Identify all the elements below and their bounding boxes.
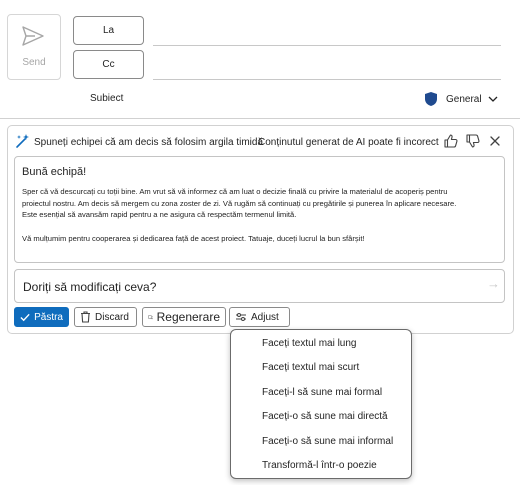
adjust-menu [230,329,412,479]
draft-greeting: Bună echipă! [22,166,87,178]
copilot-prompt: Spuneți echipei că am decis să folosim a… [34,137,263,148]
menu-item-more-formal[interactable]: Faceți-l să sune mai formal [262,387,382,398]
adjust-button[interactable]: Adjust [229,307,290,327]
adjust-label: Adjust [251,311,279,323]
send-label: Send [22,57,46,68]
copilot-draft-icon [16,134,29,148]
regenerate-icon [148,315,153,320]
keep-button[interactable]: Păstra [14,307,69,327]
compose-divider [0,118,520,119]
sensitivity-label: General [446,93,482,105]
cc-button[interactable]: Cc [73,50,144,79]
ai-disclaimer: Conținutul generat de AI poate fi incore… [258,137,439,148]
menu-item-more-informal[interactable]: Faceți-o să sune mai informal [262,436,393,447]
shield-icon [425,92,437,106]
regenerate-button[interactable]: Regenerare [142,307,226,327]
regenerate-label: Regenerare [156,310,220,324]
menu-item-more-direct[interactable]: Faceți-o să sune mai directă [262,411,388,422]
send-icon [22,26,44,46]
thumbs-down-icon[interactable] [465,133,481,149]
subject-field[interactable]: Subiect [90,93,123,104]
sliders-icon [236,313,246,321]
submit-arrow-icon[interactable]: → [487,276,500,291]
discard-label: Discard [95,311,129,323]
draft-body: Sper că vă descurcați cu toții bine. Am … [22,186,462,256]
cc-field[interactable] [153,79,501,80]
close-icon[interactable] [489,135,501,147]
draft-paragraph: Vă mulțumim pentru cooperarea și dedicar… [22,233,365,243]
menu-item-make-longer[interactable]: Faceți textul mai lung [262,338,357,349]
send-button[interactable]: Send [7,14,61,80]
checkmark-icon [20,313,30,321]
thumbs-up-icon[interactable] [443,133,459,149]
chevron-down-icon [488,96,498,102]
discard-button[interactable]: Discard [74,307,137,327]
to-field[interactable] [153,45,501,46]
trash-icon [81,311,90,323]
draft-paragraph: Sper că vă descurcați cu toții bine. Am … [22,187,457,219]
keep-label: Păstra [34,311,63,323]
menu-item-make-shorter[interactable]: Faceți textul mai scurt [262,362,359,373]
sensitivity-dropdown[interactable]: General [424,90,498,108]
menu-item-make-poem[interactable]: Transformă-l într-o poezie [262,460,377,471]
modify-input-placeholder: Doriți să modificați ceva? [23,280,157,294]
to-button[interactable]: La [73,16,144,45]
